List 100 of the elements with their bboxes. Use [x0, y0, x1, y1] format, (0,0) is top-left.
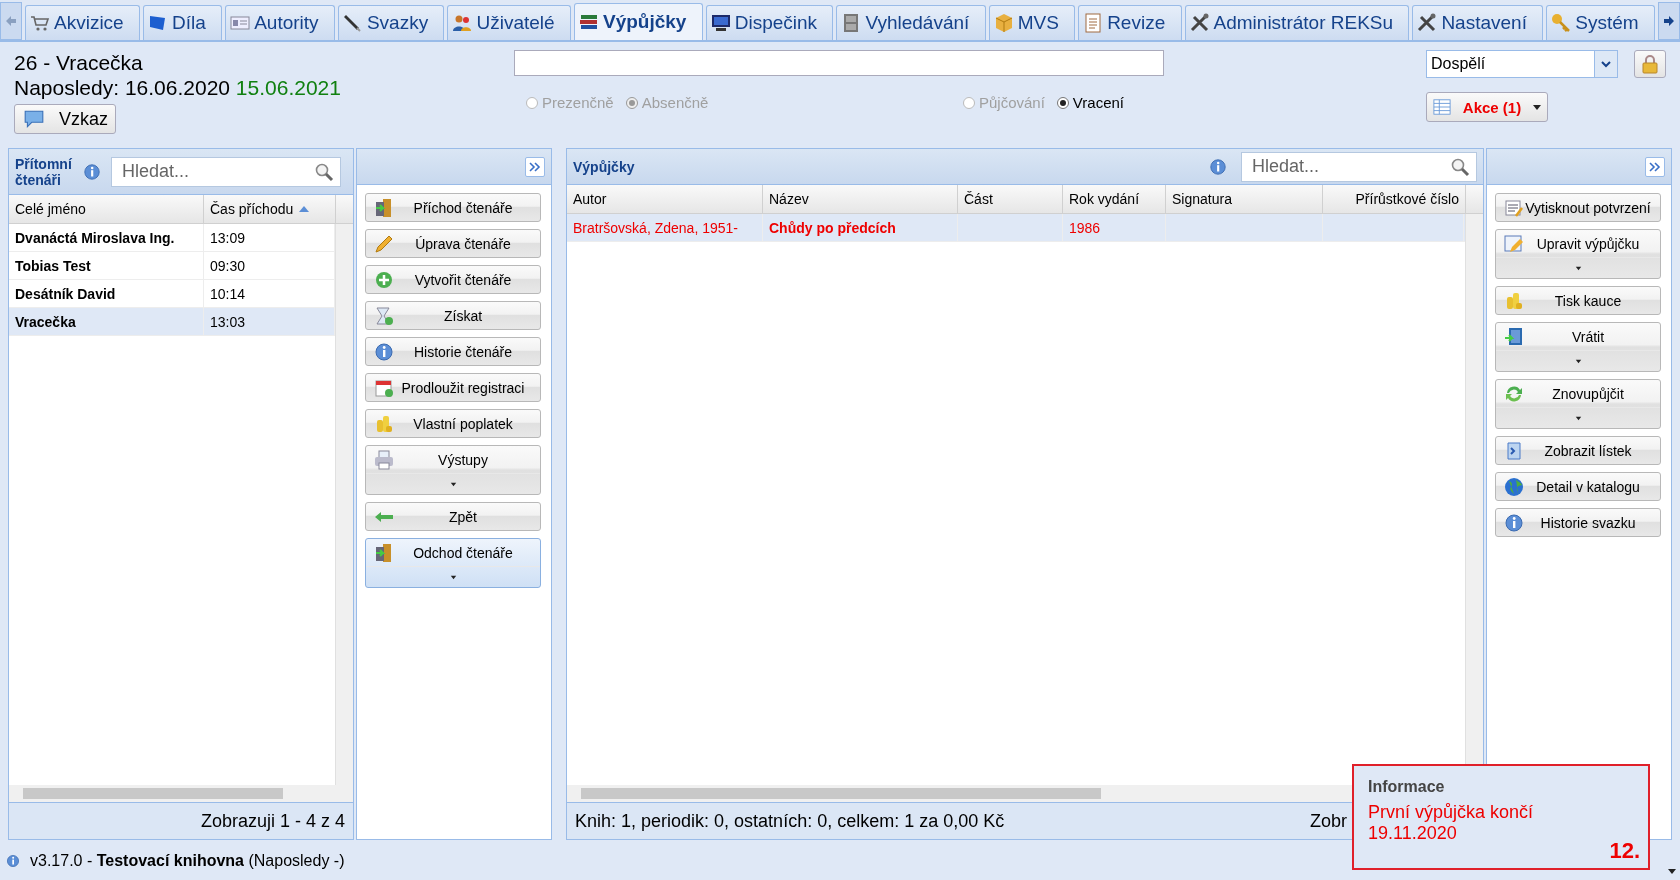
users-icon [452, 13, 473, 33]
document-icon [1083, 13, 1104, 33]
actions-button[interactable]: Akce (1) [1426, 92, 1548, 122]
search-icon [314, 161, 334, 182]
scroll-left-button[interactable] [0, 2, 22, 40]
split-button[interactable]: Upravit výpůjčku [1495, 229, 1661, 279]
action-button[interactable]: Zobrazit lístek [1495, 436, 1661, 465]
input-field[interactable] [514, 50, 1164, 76]
info-icon [83, 162, 101, 181]
radio-button[interactable]: Vracení [1056, 94, 1124, 111]
column-header[interactable]: Čas příchodu [204, 195, 336, 223]
tab[interactable]: Akvizice [25, 5, 140, 40]
scroll-right-button[interactable] [1657, 2, 1680, 40]
column-header[interactable]: Celé jméno [9, 195, 204, 223]
tab[interactable]: Výpůjčky [573, 3, 703, 40]
hourglass-icon [374, 305, 394, 326]
double-chevron-icon [1649, 161, 1661, 172]
panel-title: Přítomní čtenáři [15, 155, 73, 188]
column-header[interactable]: Rok vydání [1063, 185, 1166, 213]
table-cell: Desátník David [9, 280, 204, 307]
action-button[interactable]: Detail v katalogu [1495, 472, 1661, 501]
action-button[interactable]: Příchod čtenáře [365, 193, 541, 222]
door-icon [374, 197, 394, 218]
flag-icon [148, 13, 168, 33]
id-card-icon [230, 13, 251, 33]
action-button[interactable]: Úprava čtenáře [365, 229, 541, 258]
search-icon [1450, 156, 1470, 177]
cart-icon [30, 13, 50, 33]
table-row[interactable]: Bratršovská, Zdena, 1951- Chůdy po předcích 1986 [567, 214, 1465, 242]
monitor-icon [710, 13, 731, 33]
expand-button[interactable] [525, 156, 545, 177]
tab[interactable]: Administrátor REKSu [1184, 5, 1410, 40]
action-button[interactable]: Vytisknout potvrzení [1495, 193, 1661, 222]
column-header[interactable]: Signatura [1166, 185, 1323, 213]
action-button[interactable]: Získat [365, 301, 541, 330]
action-button[interactable]: Prodloužit registraci [365, 373, 541, 402]
table-cell: Bratršovská, Zdena, 1951- [567, 214, 763, 241]
split-button[interactable]: Odchod čtenáře [365, 538, 541, 588]
category-select[interactable]: Dospělí [1426, 50, 1618, 78]
tab[interactable]: Dispečink [705, 5, 834, 40]
pencil-icon [374, 233, 394, 254]
pen-icon [342, 13, 363, 33]
split-button[interactable]: Znovupůjčit [1495, 379, 1661, 429]
loan-summary: Knih: 1, periodik: 0, ostatních: 0, celkem: 1 za 0,00 Kč [575, 810, 1005, 832]
column-header[interactable]: Autor [567, 185, 763, 213]
table-row[interactable]: Tobias Test 09:30 [9, 252, 335, 280]
printer-icon [374, 449, 394, 470]
caret-down-icon [1533, 104, 1541, 110]
lock-button[interactable] [1634, 50, 1666, 78]
paging-info: Zobrazuji 1 - 4 z 4 [200, 810, 345, 832]
speech-bubble-icon [23, 108, 45, 130]
search-field[interactable]: Hledat... [111, 156, 341, 187]
split-button[interactable]: Vrátit [1495, 322, 1661, 372]
split-button[interactable]: Výstupy [365, 445, 541, 495]
action-button[interactable]: Zpět [365, 502, 541, 531]
table-cell: Tobias Test [9, 252, 204, 279]
info-icon [1504, 512, 1524, 533]
table-cell: 1986 [1063, 214, 1166, 241]
plus-icon [374, 269, 394, 290]
horizontal-scrollbar[interactable] [9, 785, 353, 802]
table-row[interactable]: Vracečka 13:03 [9, 308, 335, 336]
arrow-right-icon [1663, 16, 1674, 26]
column-header[interactable]: Část [958, 185, 1063, 213]
edit-icon [1504, 233, 1524, 254]
reader-title: 26 - Vracečka [14, 50, 144, 75]
books-icon [578, 12, 599, 32]
action-button[interactable]: Vytvořit čtenáře [365, 265, 541, 294]
globe-icon [1504, 476, 1524, 497]
expand-button[interactable] [1645, 156, 1665, 177]
tab[interactable]: Svazky [337, 5, 445, 40]
action-button[interactable]: Historie svazku [1495, 508, 1661, 537]
panel-title: Výpůjčky [573, 158, 635, 175]
tab[interactable]: Uživatelé [447, 5, 571, 40]
action-button[interactable]: Vlastní poplatek [365, 409, 541, 438]
search-field[interactable]: Hledat... [1241, 151, 1477, 182]
message-button[interactable]: Vzkaz [14, 104, 116, 134]
book-icon [1504, 326, 1524, 347]
tab[interactable]: MVS [988, 5, 1076, 40]
table-row[interactable]: Dvanáctá Miroslava Ing. 13:09 [9, 224, 335, 252]
key-icon [1551, 13, 1572, 33]
document-icon [1504, 197, 1524, 218]
tab[interactable]: Díla [143, 5, 223, 40]
box-icon [993, 13, 1014, 33]
action-button[interactable]: Historie čtenáře [365, 337, 541, 366]
last-visit-date: 16.06.2020 [124, 76, 230, 99]
column-header[interactable]: Přírůstkové číslo [1323, 185, 1466, 213]
coins-icon [374, 413, 394, 434]
column-header[interactable]: Název [763, 185, 958, 213]
notification-message: První výpůjčka končí 19.11.2020 [1368, 802, 1535, 844]
table-cell: Chůdy po předcích [763, 214, 958, 241]
ticket-icon [1504, 440, 1524, 461]
tab[interactable]: Autority [225, 5, 335, 40]
vertical-scrollbar[interactable] [335, 224, 353, 785]
tab[interactable]: Vyhledávání [836, 5, 986, 40]
tab[interactable]: Systém [1546, 5, 1655, 40]
action-button[interactable]: Tisk kauce [1495, 286, 1661, 315]
tab[interactable]: Revize [1078, 5, 1182, 40]
valid-until-date: 15.06.2021 [235, 76, 341, 99]
tab[interactable]: Nastavení [1412, 5, 1544, 40]
notification-count: 12. [1609, 838, 1640, 864]
